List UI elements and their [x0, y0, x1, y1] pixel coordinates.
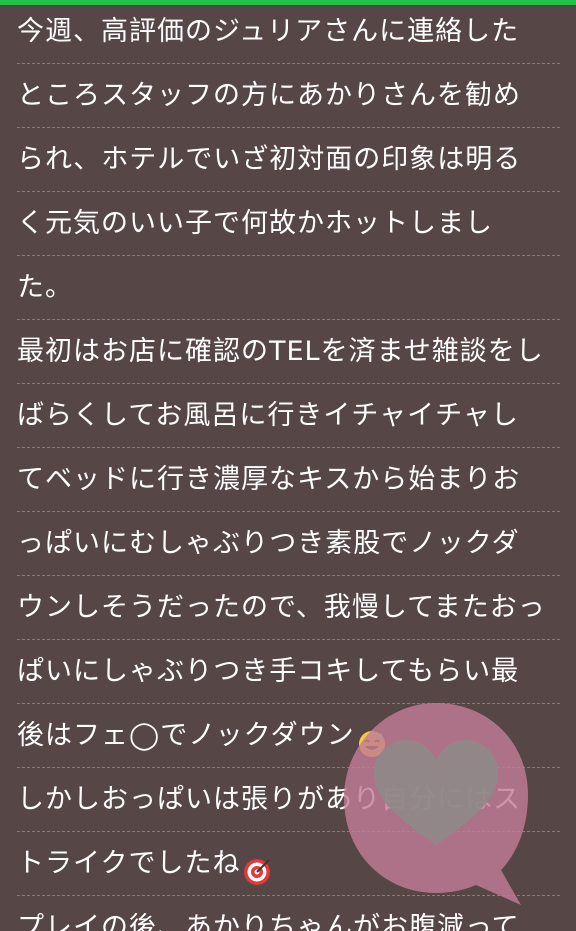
review-line-text: ばらくしてお風呂に行きイチャイチャし [17, 400, 519, 431]
review-line: ウンしそうだったので、我慢してまたおっ [17, 576, 560, 640]
review-line-text: た。 [17, 272, 73, 303]
review-line-text: く元気のいい子で何故かホットしまし [17, 208, 493, 239]
review-line-text: っぱいにむしゃぶりつき素股でノックダ [17, 528, 520, 559]
review-line-text: ウンしそうだったので、我慢してまたおっ [17, 592, 546, 623]
review-line-text: 後はフェ◯でノックダウン [17, 720, 355, 751]
review-line: ばらくしてお風呂に行きイチャイチャし [17, 384, 560, 448]
heart-speech-bubble-icon[interactable] [336, 695, 536, 915]
review-line: 今週、高評価のジュリアさんに連絡した [17, 0, 560, 64]
review-line-text: ところスタッフの方にあかりさんを勧め [17, 80, 521, 111]
review-line-text: 今週、高評価のジュリアさんに連絡した [17, 16, 520, 47]
review-line: っぱいにむしゃぶりつき素股でノックダ [17, 512, 560, 576]
target-emoji-icon [242, 847, 272, 885]
review-line: てベッドに行き濃厚なキスから始まりお [17, 448, 560, 512]
review-line-text: 最初はお店に確認のTELを済ませ雑談をし [17, 336, 544, 367]
review-line: 最初はお店に確認のTELを済ませ雑談をし [17, 320, 560, 384]
review-line-text: られ、ホテルでいざ初対面の印象は明る [17, 144, 522, 175]
review-line: た。 [17, 256, 560, 320]
review-line-text: てベッドに行き濃厚なキスから始まりお [17, 464, 521, 495]
review-line: ところスタッフの方にあかりさんを勧め [17, 64, 560, 128]
review-line-text: トライクでしたね [17, 848, 241, 879]
review-line: られ、ホテルでいざ初対面の印象は明る [17, 128, 560, 192]
review-line: く元気のいい子で何故かホットしまし [17, 192, 560, 256]
review-line-text: ぱいにしゃぶりつき手コキしてもらい最 [17, 656, 520, 687]
